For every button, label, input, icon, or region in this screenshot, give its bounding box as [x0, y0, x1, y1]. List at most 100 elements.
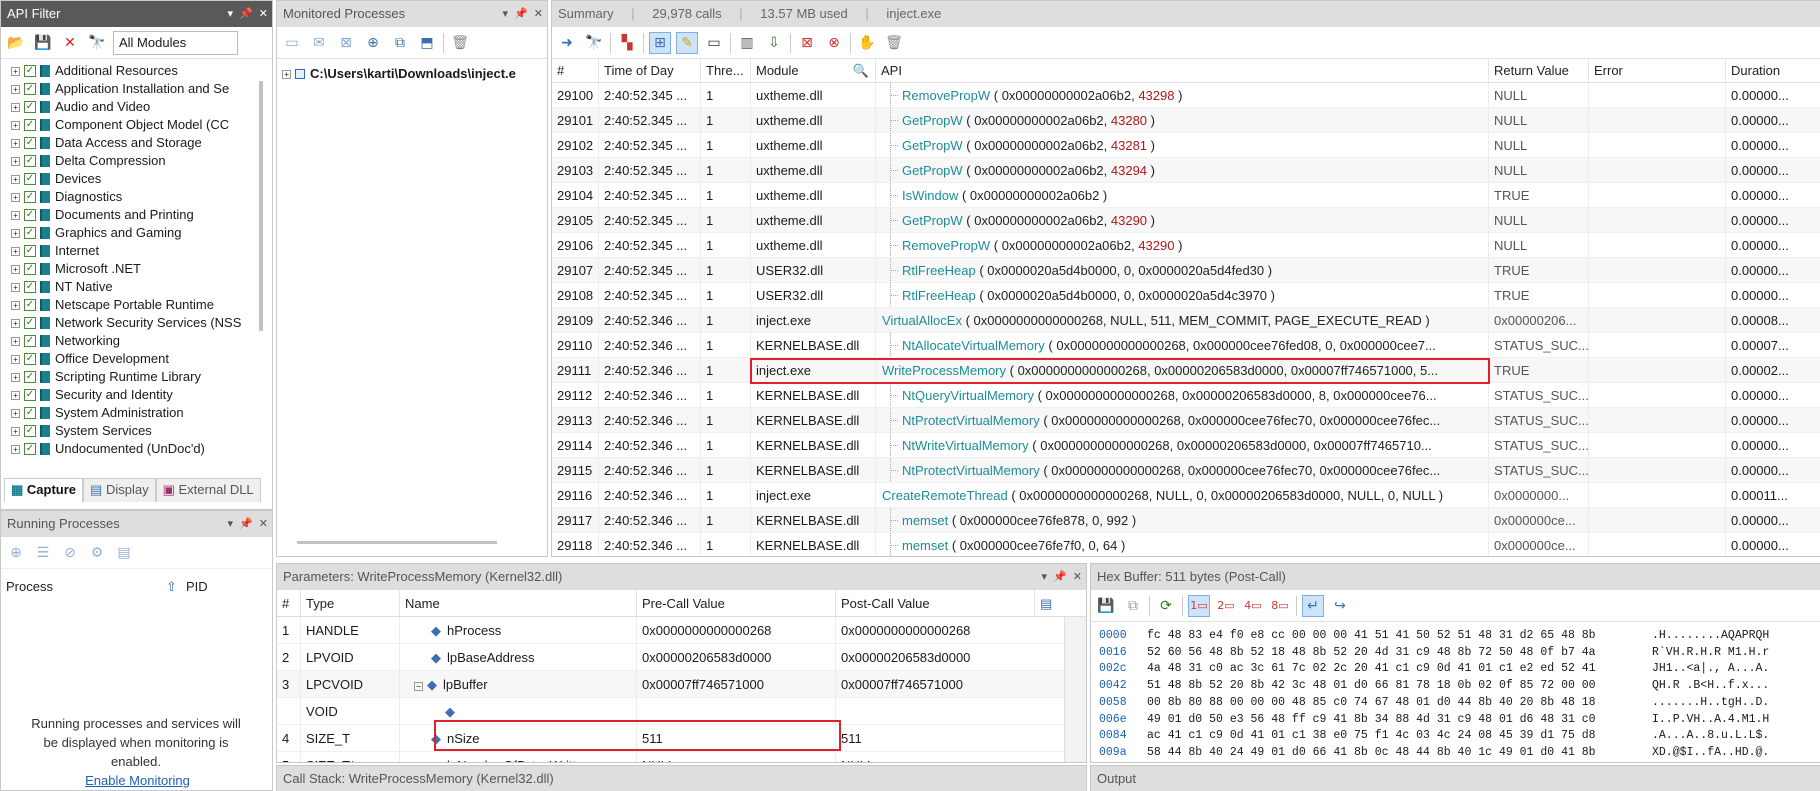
dropdown-icon[interactable]: ▾	[503, 1, 509, 27]
highlight-icon[interactable]: ✎	[676, 31, 698, 54]
refresh-icon[interactable]: ⟳	[1155, 595, 1177, 617]
checkbox[interactable]: ✓	[24, 191, 36, 203]
col-param-number[interactable]: #	[277, 590, 301, 616]
expand-icon[interactable]: +	[11, 66, 20, 76]
api-category-item[interactable]: + ✓ Security and Identity	[1, 386, 272, 404]
find-icon[interactable]: 🔭	[583, 32, 605, 54]
expand-icon[interactable]: +	[11, 84, 20, 94]
table-row[interactable]: 29106 2:40:52.345 ... 1 uxtheme.dll RemovePr…	[552, 233, 1820, 258]
table-row[interactable]: 29118 2:40:52.346 ... 1 KERNELBASE.dll memse…	[552, 533, 1820, 556]
param-row[interactable]: 4 SIZE_T ◆ nSize 511 511	[277, 725, 1086, 752]
expand-icon[interactable]: +	[11, 246, 20, 256]
pin-icon[interactable]: 📌	[239, 1, 253, 27]
checkbox[interactable]: ✓	[24, 425, 36, 437]
save-icon[interactable]: 💾	[1095, 595, 1117, 617]
api-category-item[interactable]: + ✓ Delta Compression	[1, 152, 272, 170]
expand-icon[interactable]: +	[11, 192, 20, 202]
table-row[interactable]: 29101 2:40:52.345 ... 1 uxtheme.dll GetPropW…	[552, 108, 1820, 133]
mail-icon[interactable]: ✉	[308, 32, 330, 54]
expand-icon[interactable]: +	[11, 444, 20, 454]
table-row[interactable]: 29116 2:40:52.346 ... 1 inject.exe CreateRem…	[552, 483, 1820, 508]
api-error-icon[interactable]: ⊠	[796, 32, 818, 54]
clear-filter-icon[interactable]: ⊗	[823, 32, 845, 54]
dropdown-icon[interactable]: ▾	[1042, 564, 1048, 590]
stop-icon[interactable]: ⊘	[59, 542, 81, 564]
checkbox[interactable]: ✓	[24, 173, 36, 185]
dropdown-icon[interactable]: ▾	[228, 511, 234, 537]
api-category-item[interactable]: + ✓ NT Native	[1, 278, 272, 296]
close-icon[interactable]: ✕	[259, 1, 268, 27]
open-folder-icon[interactable]: 📂	[5, 32, 27, 54]
api-category-item[interactable]: + ✓ Diagnostics	[1, 188, 272, 206]
close-icon[interactable]: ✕	[1073, 564, 1082, 590]
expand-icon[interactable]: +	[11, 300, 20, 310]
tab-external-dll[interactable]: ▣ External DLL	[155, 478, 261, 502]
params-scrollbar[interactable]	[1064, 617, 1086, 762]
api-category-item[interactable]: + ✓ Data Access and Storage	[1, 134, 272, 152]
little-endian-icon[interactable]: ↵	[1302, 594, 1324, 617]
table-row[interactable]: 29117 2:40:52.346 ... 1 KERNELBASE.dll memse…	[552, 508, 1820, 533]
h-scrollbar[interactable]	[297, 541, 497, 544]
param-row[interactable]: 1 HANDLE ◆ hProcess 0x0000000000000268 0x0000…	[277, 617, 1086, 644]
api-category-item[interactable]: + ✓ System Administration	[1, 404, 272, 422]
api-category-item[interactable]: + ✓ Component Object Model (CC	[1, 116, 272, 134]
param-row[interactable]: 5SIZE_T* ◆ lpNumberOfBytesWritten NULLNULL	[277, 752, 1086, 762]
api-category-item[interactable]: + ✓ Undocumented (UnDoc'd)	[1, 440, 272, 458]
api-category-item[interactable]: + ✓ Netscape Portable Runtime	[1, 296, 272, 314]
checkbox[interactable]: ✓	[24, 209, 36, 221]
param-row[interactable]: 2 LPVOID ◆ lpBaseAddress 0x00000206583d0000 0…	[277, 644, 1086, 671]
table-row[interactable]: 29103 2:40:52.345 ... 1 uxtheme.dll GetPropW…	[552, 158, 1820, 183]
checkbox[interactable]: ✓	[24, 317, 36, 329]
checkbox[interactable]: ✓	[24, 443, 36, 455]
hex-line[interactable]: 0058 00 8b 80 88 00 00 00 48 85 c0 74 67 …	[1099, 695, 1820, 712]
checkbox[interactable]: ✓	[24, 227, 36, 239]
table-row[interactable]: 29109 2:40:52.346 ... 1 inject.exe VirtualAl…	[552, 308, 1820, 333]
expand-icon[interactable]: +	[11, 228, 20, 238]
col-pid[interactable]: PID	[181, 575, 241, 605]
api-category-item[interactable]: + ✓ Office Development	[1, 350, 272, 368]
module-select[interactable]: All Modules	[113, 30, 238, 55]
col-return[interactable]: Return Value	[1489, 59, 1589, 82]
checkbox[interactable]: ✓	[24, 407, 36, 419]
monitor-icon[interactable]: ⊕	[5, 542, 27, 564]
expand-icon[interactable]: +	[11, 372, 20, 382]
table-row[interactable]: 29107 2:40:52.345 ... 1 USER32.dll RtlFreeHe…	[552, 258, 1820, 283]
checkbox[interactable]: ✓	[24, 101, 36, 113]
tree-view-icon[interactable]: ⊞	[649, 31, 671, 54]
columns-icon[interactable]: ▥	[736, 32, 758, 54]
param-row[interactable]: VOID ◆	[277, 698, 1086, 725]
expand-icon[interactable]: +	[11, 354, 20, 364]
api-category-item[interactable]: + ✓ Scripting Runtime Library	[1, 368, 272, 386]
hex-line[interactable]: 002c 4a 48 31 c0 ac 3c 61 7c 02 2c 20 41 …	[1099, 661, 1820, 678]
api-category-item[interactable]: + ✓ Devices	[1, 170, 272, 188]
save-icon[interactable]: 💾	[32, 32, 54, 54]
byte2-icon[interactable]: 2▭	[1215, 595, 1237, 617]
checkbox[interactable]: ✓	[24, 281, 36, 293]
col-param-name[interactable]: Name	[400, 590, 637, 616]
expand-icon[interactable]: +	[11, 390, 20, 400]
checkbox[interactable]: ✓	[24, 389, 36, 401]
col-process[interactable]: Process	[1, 575, 161, 605]
expand-icon[interactable]: +	[11, 120, 20, 130]
table-row[interactable]: 29102 2:40:52.345 ... 1 uxtheme.dll GetPropW…	[552, 133, 1820, 158]
expand-icon[interactable]: +	[282, 69, 291, 79]
api-category-item[interactable]: + ✓ System Services	[1, 422, 272, 440]
find-icon[interactable]: 🔭	[86, 32, 108, 54]
col-number[interactable]: #	[552, 59, 599, 82]
tree-scrollbar[interactable]	[259, 81, 263, 331]
expand-icon[interactable]: +	[11, 336, 20, 346]
dropdown-icon[interactable]: ▾	[228, 1, 234, 27]
pin-icon[interactable]: 📌	[239, 511, 253, 537]
close-process-icon[interactable]: ⊠	[335, 32, 357, 54]
services-icon[interactable]: ⚙	[86, 542, 108, 564]
sort-icon[interactable]: ⇧	[161, 575, 181, 605]
table-row[interactable]: 29110 2:40:52.346 ... 1 KERNELBASE.dll NtAll…	[552, 333, 1820, 358]
api-category-item[interactable]: + ✓ Additional Resources	[1, 62, 272, 80]
col-pre-call[interactable]: Pre-Call Value	[637, 590, 836, 616]
api-category-item[interactable]: + ✓ Documents and Printing	[1, 206, 272, 224]
api-category-item[interactable]: + ✓ Internet	[1, 242, 272, 260]
expand-icon[interactable]: +	[11, 156, 20, 166]
checkbox[interactable]: ✓	[24, 263, 36, 275]
hex-line[interactable]: 006e 49 01 d0 50 e3 56 48 ff c9 41 8b 34 …	[1099, 712, 1820, 729]
table-row[interactable]: 29108 2:40:52.345 ... 1 USER32.dll RtlFreeHe…	[552, 283, 1820, 308]
